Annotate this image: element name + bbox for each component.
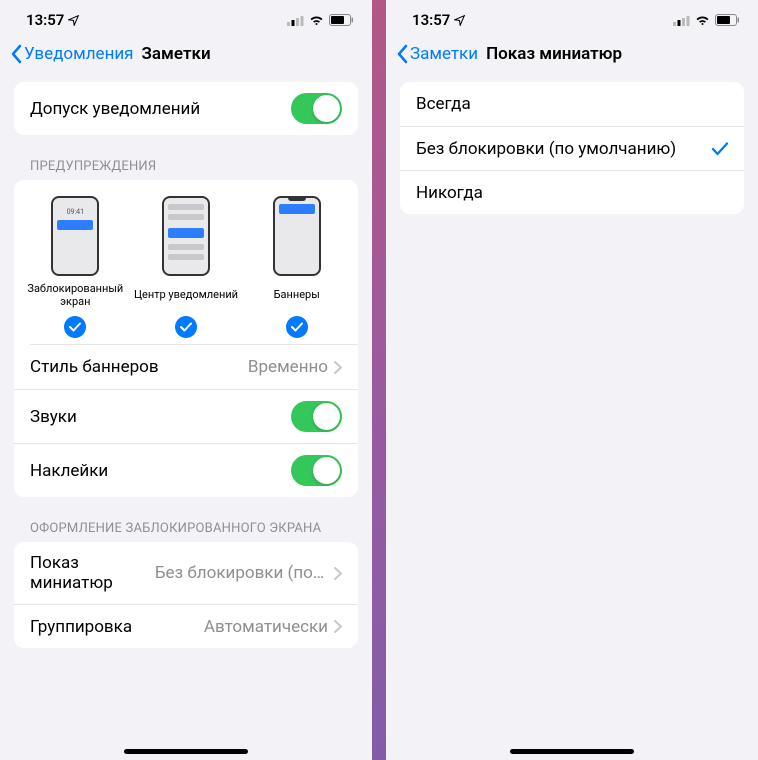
home-indicator[interactable]: [124, 749, 248, 754]
show-previews-label: Показ миниатюр: [30, 553, 155, 593]
location-icon: [68, 15, 79, 26]
center-mockup: [162, 196, 210, 276]
nav-bar: Уведомления Заметки: [0, 40, 372, 74]
content-scroll[interactable]: Всегда Без блокировки (по умолчанию) Ник…: [386, 74, 758, 760]
time-label: 13:57: [26, 11, 64, 29]
alert-style-lock[interactable]: 09:41 Заблокированный экран: [20, 196, 131, 338]
show-previews-value: Без блокировки (по ум...: [155, 563, 342, 583]
chevron-left-icon: [396, 44, 408, 64]
show-previews-screen: 13:57 Заметки Показ миниатюр Всегда Без …: [386, 0, 758, 760]
wifi-icon: [695, 15, 710, 26]
option-never[interactable]: Никогда: [400, 170, 744, 214]
option-always[interactable]: Всегда: [400, 82, 744, 126]
alert-styles-row: 09:41 Заблокированный экран Центр уведом…: [14, 180, 358, 344]
mockup-time: 09:41: [67, 208, 84, 216]
lock-screen-mockup: 09:41: [51, 196, 99, 276]
alert-banner-label: Баннеры: [274, 282, 320, 308]
settings-notifications-screen: 13:57 Уведомления Заметки Допуск уведомл…: [0, 0, 372, 760]
option-unlocked-label: Без блокировки (по умолчанию): [416, 139, 676, 159]
alert-style-center[interactable]: Центр уведомлений: [131, 196, 242, 338]
lock-appearance-group: Показ миниатюр Без блокировки (по ум... …: [14, 542, 358, 648]
status-icons: [673, 14, 740, 26]
check-icon: [69, 322, 81, 332]
sounds-row: Звуки: [14, 389, 358, 443]
banner-style-row[interactable]: Стиль баннеров Временно: [14, 345, 358, 389]
check-icon: [180, 322, 192, 332]
status-time: 13:57: [412, 11, 465, 29]
content-scroll[interactable]: Допуск уведомлений ПРЕДУПРЕЖДЕНИЯ 09:41 …: [0, 74, 372, 760]
alert-center-check[interactable]: [175, 316, 197, 338]
option-unlocked[interactable]: Без блокировки (по умолчанию): [400, 126, 744, 170]
back-label: Уведомления: [24, 44, 134, 64]
time-label: 13:57: [412, 11, 450, 29]
back-button[interactable]: Заметки: [396, 44, 478, 64]
allow-toggle[interactable]: [291, 93, 342, 124]
alert-center-label: Центр уведомлений: [134, 282, 238, 308]
chevron-right-icon: [334, 567, 342, 580]
banner-style-value: Временно: [248, 357, 342, 377]
grouping-value: Автоматически: [204, 617, 342, 637]
allow-notifications-row: Допуск уведомлений: [14, 82, 358, 135]
status-bar: 13:57: [0, 0, 372, 40]
sounds-toggle[interactable]: [291, 401, 342, 432]
location-icon: [454, 15, 465, 26]
alert-lock-label: Заблокированный экран: [20, 282, 131, 308]
status-bar: 13:57: [386, 0, 758, 40]
check-icon: [712, 142, 728, 156]
back-button[interactable]: Уведомления: [10, 44, 134, 64]
status-icons: [287, 14, 354, 26]
cellular-icon: [287, 15, 304, 26]
battery-icon: [715, 14, 740, 26]
check-icon: [291, 322, 303, 332]
chevron-right-icon: [334, 620, 342, 633]
chevron-right-icon: [334, 361, 342, 374]
mockup-notif: [57, 220, 93, 230]
nav-title: Заметки: [142, 44, 211, 64]
allow-label: Допуск уведомлений: [30, 99, 200, 119]
cellular-icon: [673, 15, 690, 26]
nav-title: Показ миниатюр: [486, 44, 622, 64]
alerts-group: 09:41 Заблокированный экран Центр уведом…: [14, 180, 358, 497]
alerts-header: ПРЕДУПРЕЖДЕНИЯ: [14, 159, 358, 180]
status-time: 13:57: [26, 11, 79, 29]
preview-options-group: Всегда Без блокировки (по умолчанию) Ник…: [400, 82, 744, 214]
show-previews-row[interactable]: Показ миниатюр Без блокировки (по ум...: [14, 542, 358, 604]
sounds-label: Звуки: [30, 407, 77, 427]
battery-icon: [329, 14, 354, 26]
badges-row: Наклейки: [14, 443, 358, 497]
option-never-label: Никогда: [416, 183, 483, 203]
lock-appearance-header: ОФОРМЛЕНИЕ ЗАБЛОКИРОВАННОГО ЭКРАНА: [14, 521, 358, 542]
wifi-icon: [309, 15, 324, 26]
allow-group: Допуск уведомлений: [14, 82, 358, 135]
grouping-label: Группировка: [30, 617, 132, 637]
nav-bar: Заметки Показ миниатюр: [386, 40, 758, 74]
badges-toggle[interactable]: [291, 455, 342, 486]
banner-style-label: Стиль баннеров: [30, 357, 159, 377]
badges-label: Наклейки: [30, 461, 108, 481]
alert-style-banner[interactable]: Баннеры: [241, 196, 352, 338]
chevron-left-icon: [10, 44, 22, 64]
alert-banner-check[interactable]: [286, 316, 308, 338]
banner-mockup: [273, 196, 321, 276]
alert-lock-check[interactable]: [64, 316, 86, 338]
grouping-row[interactable]: Группировка Автоматически: [14, 604, 358, 648]
home-indicator[interactable]: [510, 749, 634, 754]
option-always-label: Всегда: [416, 94, 471, 114]
back-label: Заметки: [410, 44, 478, 64]
